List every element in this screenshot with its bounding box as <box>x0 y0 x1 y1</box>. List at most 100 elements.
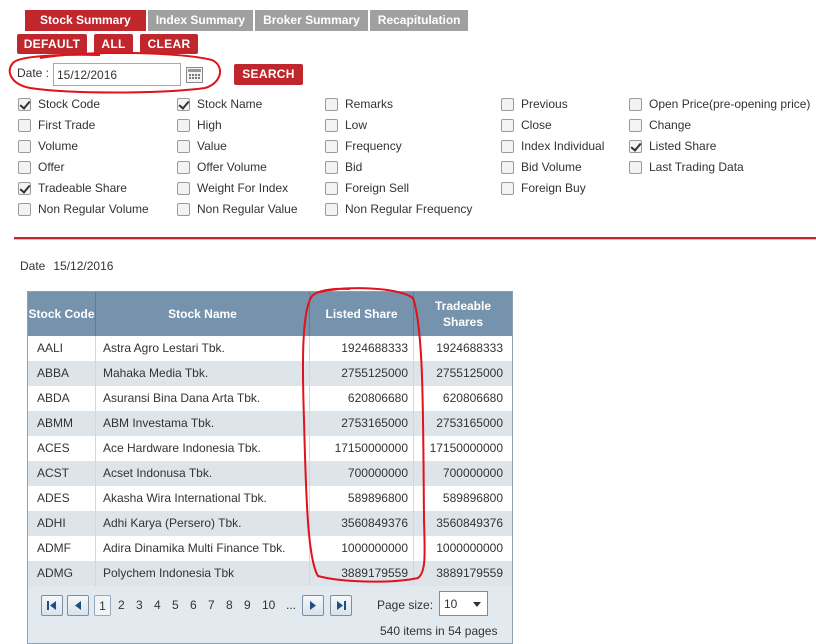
table-row[interactable]: AALI Astra Agro Lestari Tbk. 1924688333 192… <box>28 336 512 361</box>
checkbox[interactable] <box>177 202 190 216</box>
checkbox[interactable] <box>177 139 190 153</box>
page-3[interactable]: 3 <box>136 595 143 616</box>
cell-tradeable-shares: 1924688333 <box>436 341 503 355</box>
checkbox[interactable] <box>325 118 338 132</box>
search-button[interactable]: SEARCH <box>234 64 303 85</box>
option-label: Low <box>345 118 368 132</box>
checkbox[interactable] <box>629 118 642 132</box>
option-listed-share[interactable]: Listed Share <box>629 138 716 154</box>
option-value[interactable]: Value <box>177 138 227 154</box>
checkbox[interactable] <box>629 139 642 153</box>
clear-button[interactable]: CLEAR <box>140 34 198 54</box>
option-volume[interactable]: Volume <box>18 138 78 154</box>
table-row[interactable]: ADMF Adira Dinamika Multi Finance Tbk. 100… <box>28 536 512 561</box>
date-input[interactable] <box>53 63 181 86</box>
checkbox[interactable] <box>325 160 338 174</box>
checkbox[interactable] <box>325 139 338 153</box>
checkbox[interactable] <box>325 181 338 195</box>
option-tradeable-share[interactable]: Tradeable Share <box>18 180 127 196</box>
cell-stock-name: Adhi Karya (Persero) Tbk. <box>103 516 242 530</box>
tab-stock-summary[interactable]: Stock Summary <box>25 10 146 31</box>
option-bid-volume[interactable]: Bid Volume <box>501 159 582 175</box>
option-low[interactable]: Low <box>325 117 367 133</box>
option-change[interactable]: Change <box>629 117 691 133</box>
tab-recapitulation[interactable]: Recapitulation <box>369 10 469 31</box>
table-row[interactable]: ABBA Mahaka Media Tbk. 2755125000 275512500… <box>28 361 512 386</box>
checkbox[interactable] <box>501 97 514 111</box>
table-row[interactable]: ABMM ABM Investama Tbk. 2753165000 27531650… <box>28 411 512 436</box>
option-open-price[interactable]: Open Price(pre-opening price) <box>629 96 810 112</box>
checkbox[interactable] <box>325 97 338 111</box>
page-9[interactable]: 9 <box>244 595 251 616</box>
next-page-button[interactable] <box>302 595 324 616</box>
option-close[interactable]: Close <box>501 117 552 133</box>
table-row[interactable]: ADMG Polychem Indonesia Tbk 3889179559 3889… <box>28 561 512 586</box>
checkbox[interactable] <box>325 202 338 216</box>
page-5[interactable]: 5 <box>172 595 179 616</box>
checkbox[interactable] <box>177 118 190 132</box>
option-remarks[interactable]: Remarks <box>325 96 393 112</box>
option-last-trading-data[interactable]: Last Trading Data <box>629 159 744 175</box>
checkbox[interactable] <box>177 97 190 111</box>
header-tradeable-shares[interactable]: Tradeable Shares <box>414 292 512 336</box>
page-2[interactable]: 2 <box>118 595 125 616</box>
checkbox[interactable] <box>18 118 31 132</box>
option-first-trade[interactable]: First Trade <box>18 117 95 133</box>
page-1[interactable]: 1 <box>94 595 111 616</box>
option-weight-for-index[interactable]: Weight For Index <box>177 180 288 196</box>
checkbox[interactable] <box>177 181 190 195</box>
checkbox[interactable] <box>501 139 514 153</box>
option-stock-name[interactable]: Stock Name <box>177 96 262 112</box>
table-row[interactable]: ADES Akasha Wira International Tbk. 589896… <box>28 486 512 511</box>
default-button[interactable]: DEFAULT <box>17 34 87 54</box>
checkbox[interactable] <box>501 160 514 174</box>
option-bid[interactable]: Bid <box>325 159 362 175</box>
table-row[interactable]: ABDA Asuransi Bina Dana Arta Tbk. 62080668… <box>28 386 512 411</box>
checkbox[interactable] <box>629 97 642 111</box>
checkbox[interactable] <box>18 97 31 111</box>
checkbox[interactable] <box>501 118 514 132</box>
table-row[interactable]: ACST Acset Indonusa Tbk. 700000000 70000000… <box>28 461 512 486</box>
checkbox[interactable] <box>629 160 642 174</box>
option-stock-code[interactable]: Stock Code <box>18 96 100 112</box>
option-foreign-buy[interactable]: Foreign Buy <box>501 180 586 196</box>
last-page-button[interactable] <box>330 595 352 616</box>
checkbox[interactable] <box>18 139 31 153</box>
page-8[interactable]: 8 <box>226 595 233 616</box>
option-foreign-sell[interactable]: Foreign Sell <box>325 180 409 196</box>
option-non-regular-volume[interactable]: Non Regular Volume <box>18 201 149 217</box>
table-row[interactable]: ADHI Adhi Karya (Persero) Tbk. 3560849376 3… <box>28 511 512 536</box>
option-offer-volume[interactable]: Offer Volume <box>177 159 267 175</box>
option-non-regular-frequency[interactable]: Non Regular Frequency <box>325 201 472 217</box>
header-stock-code[interactable]: Stock Code <box>28 292 96 336</box>
page-6[interactable]: 6 <box>190 595 197 616</box>
option-non-regular-value[interactable]: Non Regular Value <box>177 201 298 217</box>
cell-stock-code: ABDA <box>37 391 70 405</box>
table-row[interactable]: ACES Ace Hardware Indonesia Tbk. 171500000… <box>28 436 512 461</box>
checkbox[interactable] <box>177 160 190 174</box>
header-stock-name[interactable]: Stock Name <box>96 292 310 336</box>
prev-page-button[interactable] <box>67 595 89 616</box>
grid-header: Stock Code Stock Name Listed Share Trade… <box>28 292 512 336</box>
page-7[interactable]: 7 <box>208 595 215 616</box>
checkbox[interactable] <box>18 202 31 216</box>
page-4[interactable]: 4 <box>154 595 161 616</box>
all-button[interactable]: ALL <box>94 34 133 54</box>
page-size-select[interactable]: 10 <box>439 591 488 616</box>
option-index-individual[interactable]: Index Individual <box>501 138 604 154</box>
page-more[interactable]: ... <box>286 595 296 616</box>
option-frequency[interactable]: Frequency <box>325 138 402 154</box>
option-offer[interactable]: Offer <box>18 159 64 175</box>
tab-index-summary[interactable]: Index Summary <box>147 10 254 31</box>
checkbox[interactable] <box>501 181 514 195</box>
checkbox[interactable] <box>18 160 31 174</box>
page-10[interactable]: 10 <box>262 595 275 616</box>
option-previous[interactable]: Previous <box>501 96 568 112</box>
header-listed-share[interactable]: Listed Share <box>310 292 414 336</box>
checkbox[interactable] <box>18 181 31 195</box>
calendar-icon[interactable] <box>186 67 203 83</box>
option-high[interactable]: High <box>177 117 222 133</box>
tab-broker-summary[interactable]: Broker Summary <box>255 10 368 31</box>
cell-listed-share: 589896800 <box>347 491 408 505</box>
first-page-button[interactable] <box>41 595 63 616</box>
